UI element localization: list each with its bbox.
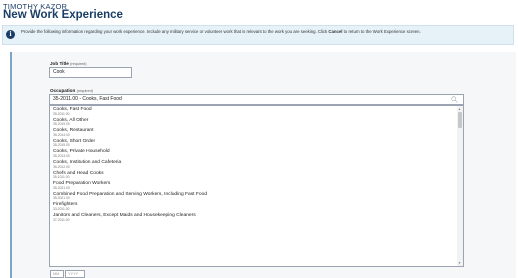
dropdown-option[interactable]: Cooks, All Other 35-2019.00: [50, 117, 463, 128]
occupation-input[interactable]: 35-2011.00 - Cooks, Fast Food: [49, 94, 464, 105]
dropdown-option[interactable]: Janitors and Cleaners, Except Maids and …: [50, 212, 463, 223]
dropdown-option[interactable]: Cooks, Restaurant 35-2014.00: [50, 127, 463, 138]
occupation-label: Occupation (required): [50, 88, 94, 93]
job-title-input[interactable]: Cook: [49, 67, 132, 78]
scroll-down-arrow-icon[interactable]: ▼: [458, 261, 461, 265]
start-month-input[interactable]: MM: [50, 270, 64, 278]
page-title: New Work Experience: [3, 9, 123, 21]
info-box: i Provide the following information rega…: [2, 25, 514, 45]
dropdown-option[interactable]: Cooks, Fast Food 35-2011.00: [50, 106, 463, 117]
info-text: Provide the following information regard…: [21, 29, 421, 34]
dropdown-option[interactable]: Firefighters 33-2011.00: [50, 201, 463, 212]
dropdown-option[interactable]: Cooks, Institution and Cafeteria 35-2012.…: [50, 159, 463, 170]
cancel-word: Cancel: [328, 29, 343, 34]
search-icon[interactable]: [451, 96, 458, 103]
dropdown-option[interactable]: Combined Food Preparation and Serving Wo…: [50, 191, 463, 202]
dropdown-option[interactable]: Chefs and Head Cooks 35-1011.00: [50, 170, 463, 181]
dropdown-option-code: 37-2011.00: [53, 217, 70, 222]
dropdown-option[interactable]: Cooks, Short Order 35-2015.00: [50, 138, 463, 149]
dropdown-scrollbar[interactable]: ▲ ▼: [457, 106, 463, 266]
job-title-label: Job Title (required): [50, 61, 87, 66]
dropdown-option[interactable]: Food Preparation Workers 35-2021.00: [50, 180, 463, 191]
scroll-up-arrow-icon[interactable]: ▲: [458, 107, 461, 111]
occupation-value: 35-2011.00 - Cooks, Fast Food: [53, 96, 122, 102]
dropdown-option[interactable]: Cooks, Private Household 35-2013.00: [50, 148, 463, 159]
occupation-dropdown[interactable]: Cooks, Fast Food 35-2011.00 Cooks, All Oth…: [49, 105, 464, 267]
scroll-thumb[interactable]: [458, 112, 462, 128]
start-year-input[interactable]: YYYY: [65, 270, 85, 278]
dropdown-list: Cooks, Fast Food 35-2011.00 Cooks, All Oth…: [50, 106, 463, 223]
info-icon: i: [6, 30, 15, 39]
